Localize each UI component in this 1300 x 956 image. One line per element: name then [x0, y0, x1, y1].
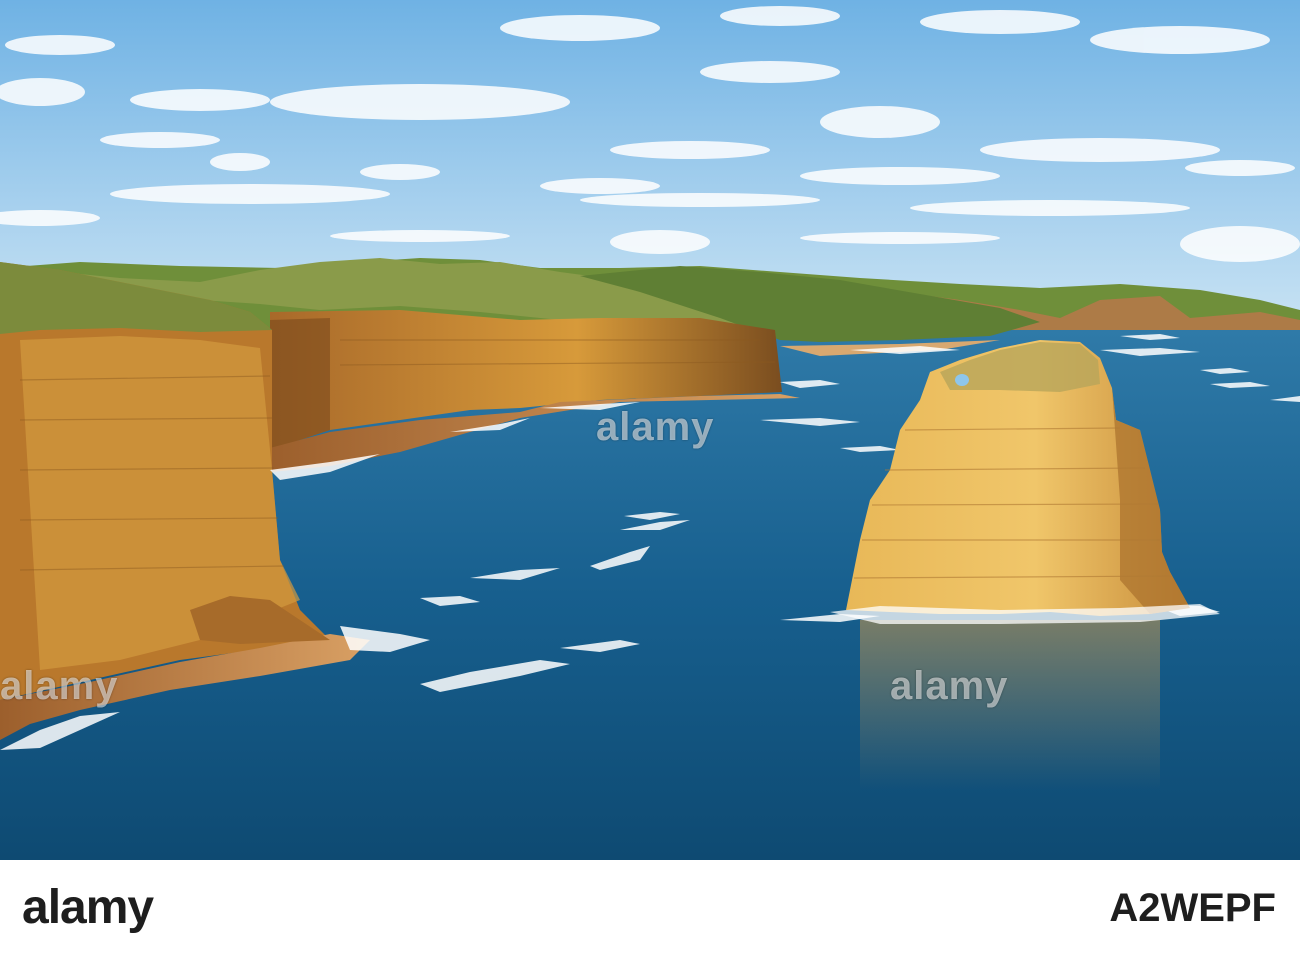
brand-logo[interactable]: alamy: [22, 880, 154, 935]
watermark-right: alamy: [890, 664, 1009, 708]
image-code: A2WEPF: [1109, 886, 1276, 930]
photo-frame: alamy alamy alamy alamy A2WEPF: [0, 0, 1300, 956]
watermark-center: alamy: [596, 405, 715, 449]
sea-stack-hole: [955, 374, 969, 386]
watermark-left: alamy: [0, 664, 119, 708]
cliff-wall-shadow: [270, 318, 330, 450]
footer-strip: [0, 860, 1300, 956]
